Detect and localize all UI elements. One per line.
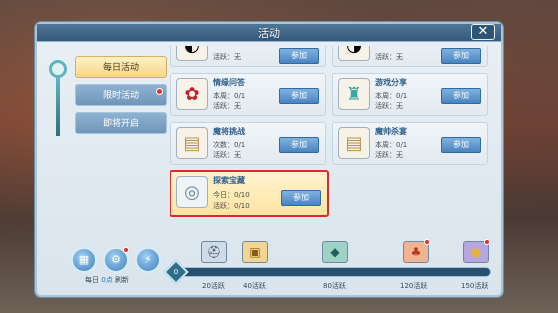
progress-value-badge: 0 [163, 259, 189, 285]
card-name: 魔帅杀宴 [375, 127, 407, 136]
window-title: 活动 [258, 27, 280, 40]
join-button[interactable]: 参加 [279, 137, 319, 153]
card-line2: 活跃：无 [375, 151, 403, 159]
milestone-label: 150活跃 [461, 282, 489, 290]
refresh-time: 0点 [101, 276, 113, 284]
gold-chest-icon[interactable]: ▣ [242, 241, 268, 263]
card-name: 游戏分享 [375, 78, 407, 87]
notification-dot-icon [484, 239, 490, 245]
rose-icon: ✿ [176, 78, 208, 110]
compass-icon: ◎ [176, 176, 208, 208]
activity-panel: 活动 ✕ 每日活动 限时活动 即将开启 ◐ 活跃：无 参加 ◑ 活跃：无 参加 … [35, 22, 503, 297]
card-line1: 今日：0/10 [213, 191, 250, 199]
join-button[interactable]: 参加 [281, 190, 321, 206]
card-line2: 活跃：无 [213, 102, 241, 110]
card-line2: 活跃：无 [213, 151, 241, 159]
scroll-icon: ▤ [176, 127, 208, 159]
scroll-icon: ▤ [338, 127, 370, 159]
milestone-label: 80活跃 [323, 282, 346, 290]
tab-daily[interactable]: 每日活动 [75, 56, 167, 78]
tab-limited[interactable]: 限时活动 [75, 84, 167, 106]
activity-card-share: ♜ 游戏分享 本周：0/1 活跃：无 参加 [332, 73, 488, 116]
activity-card: ◐ 活跃：无 参加 [170, 46, 326, 67]
milestone-label: 120活跃 [400, 282, 428, 290]
lightning-button[interactable]: ⚡ [135, 247, 161, 273]
refresh-prefix: 每日 [85, 276, 99, 284]
tab-upcoming[interactable]: 即将开启 [75, 112, 167, 134]
milestone-label: 40活跃 [243, 282, 266, 290]
activity-icon-partial-left: ◐ [176, 46, 208, 61]
tab-limited-label: 限时活动 [102, 91, 139, 101]
activity-card: ◑ 活跃：无 参加 [332, 46, 488, 67]
card-line2: 活跃：无 [213, 53, 241, 61]
activity-progress-bar [173, 267, 491, 277]
lightning-icon: ⚡ [144, 253, 152, 266]
card-line1: 本周：0/1 [375, 141, 408, 149]
activity-card-qingyuan: ✿ 情缘问答 本周：0/1 活跃：无 参加 [170, 73, 326, 116]
notification-dot-icon [156, 88, 163, 95]
refresh-suffix: 刷新 [114, 276, 129, 284]
card-line2: 活跃：无 [375, 53, 403, 61]
activity-card-mojiang: ▤ 魔将挑战 次数：0/1 活跃：无 参加 [170, 122, 326, 165]
card-line1: 本周：0/1 [213, 92, 246, 100]
jade-ornament-icon [47, 60, 73, 140]
activity-card-treasure: ◎ 探索宝藏 今日：0/10 活跃：0/10 参加 [170, 170, 329, 217]
activity-card-moshuai: ▤ 魔帅杀宴 本周：0/1 活跃：无 参加 [332, 122, 488, 165]
join-button[interactable]: 参加 [279, 88, 319, 104]
join-button[interactable]: 参加 [441, 88, 481, 104]
card-line1: 次数：0/1 [213, 141, 246, 149]
notification-dot-icon [424, 239, 430, 245]
card-name: 探索宝藏 [213, 176, 245, 185]
join-button[interactable]: 参加 [279, 48, 319, 64]
gear-icon: ⚙ [111, 253, 121, 266]
card-line1: 本周：0/1 [375, 92, 408, 100]
calendar-button[interactable]: ▦ [71, 247, 97, 273]
close-button[interactable]: ✕ [471, 24, 495, 40]
jade-chest-icon[interactable]: ◆ [322, 241, 348, 263]
notification-dot-icon [123, 247, 129, 253]
activity-grid: ◐ 活跃：无 参加 ◑ 活跃：无 参加 ✿ 情缘问答 本周：0/1 活跃：无 参… [170, 46, 496, 246]
card-name: 魔将挑战 [213, 127, 245, 136]
progress-value: 0 [173, 268, 179, 276]
card-name: 情缘问答 [213, 78, 245, 87]
robe-icon: ♜ [338, 78, 370, 110]
card-line2: 活跃：无 [375, 102, 403, 110]
join-button[interactable]: 参加 [441, 137, 481, 153]
title-bar: 活动 ✕ [37, 24, 501, 42]
activity-icon-partial-right: ◑ [338, 46, 370, 61]
card-line2: 活跃：0/10 [213, 202, 250, 210]
activity-progress-area: ▦ ⚙ ⚡ 每日 0点 刷新 0 ⛑ 20活跃 ▣ 40活跃 ◆ 80活跃 ♣ … [37, 239, 501, 295]
milestone-label: 20活跃 [202, 282, 225, 290]
join-button[interactable]: 参加 [441, 48, 481, 64]
refresh-info: 每日 0点 刷新 [85, 275, 129, 285]
calendar-icon: ▦ [78, 253, 90, 266]
helmet-chest-icon[interactable]: ⛑ [201, 241, 227, 263]
